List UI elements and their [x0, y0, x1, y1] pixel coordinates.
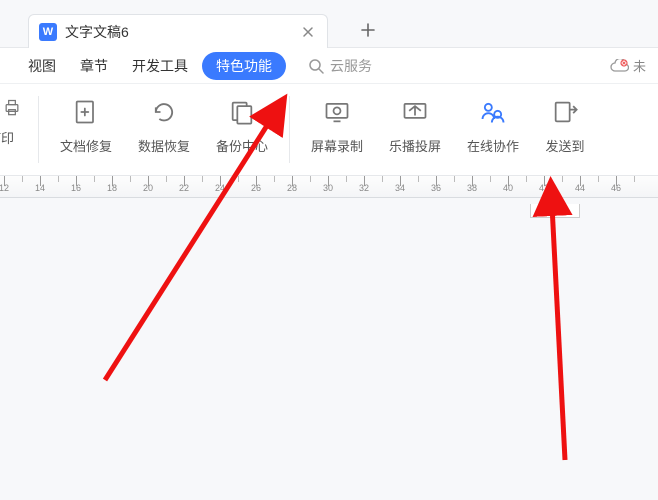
- menubar: 视图 章节 开发工具 特色功能 云服务 未: [0, 48, 658, 84]
- ribbon-data-recover[interactable]: 数据恢复: [125, 90, 203, 169]
- document-tab[interactable]: W 文字文稿6: [28, 14, 328, 48]
- collab-icon: [479, 98, 507, 126]
- ruler-tick-label: 20: [143, 183, 153, 193]
- cast-icon: [401, 98, 429, 126]
- new-tab-button[interactable]: [348, 13, 388, 47]
- ribbon-send-to[interactable]: 发送到: [532, 90, 598, 169]
- cloud-sync-indicator[interactable]: 未: [609, 56, 646, 75]
- ribbon-separator: [38, 96, 39, 163]
- search-icon: [308, 58, 324, 74]
- ruler-tick-label: 36: [431, 183, 441, 193]
- menu-chapters[interactable]: 章节: [70, 52, 118, 80]
- horizontal-ruler[interactable]: 12 14 16 18 20 22 24 26 28 30 32 34 36 38 40 42 44 46: [0, 176, 658, 198]
- ruler-tick-label: 26: [251, 183, 261, 193]
- ruler-tick-label: 14: [35, 183, 45, 193]
- doc-plus-icon: [72, 98, 100, 126]
- cloud-icon: [609, 59, 629, 73]
- ruler-tick-label: 12: [0, 183, 9, 193]
- ribbon-doc-repair-label: 文档修复: [60, 136, 112, 155]
- backup-icon: [228, 98, 256, 126]
- menu-devtools[interactable]: 开发工具: [122, 52, 198, 80]
- page-edge-marker: [530, 204, 580, 218]
- ruler-tick-label: 30: [323, 183, 333, 193]
- ribbon-print[interactable]: 打印: [0, 90, 34, 169]
- search-placeholder: 云服务: [330, 56, 372, 76]
- search-box[interactable]: 云服务: [308, 56, 372, 76]
- ruler-tick-label: 44: [575, 183, 585, 193]
- ribbon-online-collab-label: 在线协作: [467, 136, 519, 155]
- ruler-tick-label: 28: [287, 183, 297, 193]
- ribbon-send-to-label: 发送到: [545, 136, 584, 155]
- ruler-tick-label: 24: [215, 183, 225, 193]
- ruler-tick-label: 42: [539, 183, 549, 193]
- ribbon-print-label: 打印: [0, 128, 14, 147]
- close-icon: [302, 26, 314, 38]
- menu-features[interactable]: 特色功能: [202, 52, 286, 80]
- ribbon-backup-center[interactable]: 备份中心: [203, 90, 281, 169]
- ribbon-group-cast: 屏幕录制 乐播投屏 在线协作 发送到: [294, 90, 602, 169]
- ribbon-screen-record-label: 屏幕录制: [311, 136, 363, 155]
- send-icon: [551, 98, 579, 126]
- tab-title: 文字文稿6: [65, 22, 291, 42]
- ribbon-screen-record[interactable]: 屏幕录制: [298, 90, 376, 169]
- ruler-tick-label: 32: [359, 183, 369, 193]
- ribbon-doc-repair[interactable]: 文档修复: [47, 90, 125, 169]
- ruler-tick-label: 34: [395, 183, 405, 193]
- ribbon-group-repair: 文档修复 数据恢复 备份中心: [43, 90, 285, 169]
- plus-icon: [360, 22, 376, 38]
- ribbon: 打印 文档修复 数据恢复 备份中心 屏幕录制: [0, 84, 658, 176]
- tab-close-button[interactable]: [299, 23, 317, 41]
- ribbon-lebo-cast-label: 乐播投屏: [389, 136, 441, 155]
- ruler-tick-label: 46: [611, 183, 621, 193]
- ruler-tick-label: 16: [71, 183, 81, 193]
- ribbon-online-collab[interactable]: 在线协作: [454, 90, 532, 169]
- refresh-icon: [150, 98, 178, 126]
- ruler-tick-label: 40: [503, 183, 513, 193]
- ruler-tick-label: 22: [179, 183, 189, 193]
- ribbon-data-recover-label: 数据恢复: [138, 136, 190, 155]
- cloud-label: 未: [633, 56, 646, 75]
- ribbon-backup-center-label: 备份中心: [216, 136, 268, 155]
- document-canvas[interactable]: [0, 198, 658, 500]
- ruler-tick-label: 18: [107, 183, 117, 193]
- doc-icon: W: [39, 23, 57, 41]
- titlebar: W 文字文稿6: [0, 0, 658, 48]
- menu-view[interactable]: 视图: [18, 52, 66, 80]
- ribbon-lebo-cast[interactable]: 乐播投屏: [376, 90, 454, 169]
- ruler-tick-label: 38: [467, 183, 477, 193]
- screen-record-icon: [323, 98, 351, 126]
- ribbon-separator: [289, 96, 290, 163]
- print-icon: [2, 98, 22, 118]
